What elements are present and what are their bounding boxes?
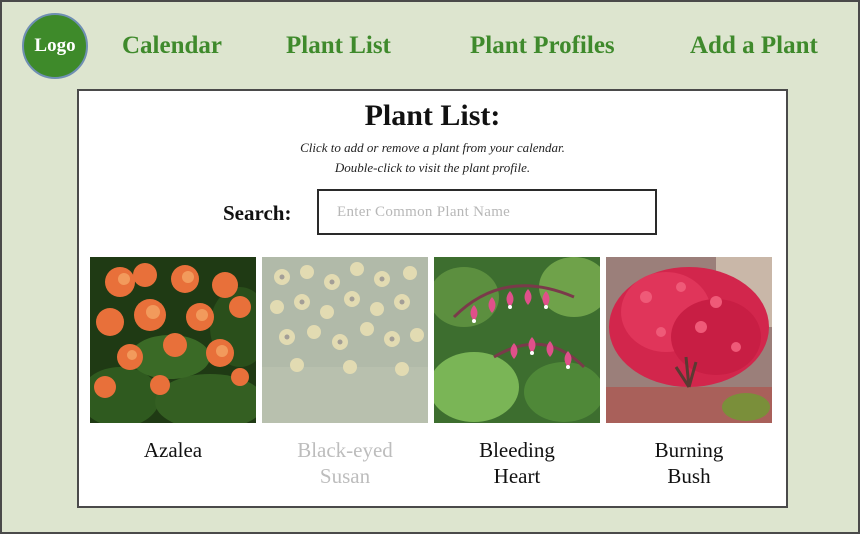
search-input[interactable] (317, 189, 657, 235)
instruction-double-click: Double-click to visit the plant profile. (334, 160, 531, 175)
plant-list-panel: Plant List: Click to add or remove a pla… (77, 89, 788, 508)
nav-link-calendar[interactable]: Calendar (122, 32, 222, 60)
bleeding-heart-photo (434, 257, 600, 423)
plant-name: Bleeding Heart (479, 438, 555, 488)
black-eyed-susan-photo (262, 257, 428, 423)
page-title: Plant List: (364, 99, 501, 132)
azalea-photo (90, 257, 256, 423)
logo-label: Logo (34, 35, 76, 56)
plant-card-black-eyed-susan[interactable]: Black-eyed Susan (262, 257, 428, 489)
plant-name: Azalea (143, 438, 203, 462)
plant-name: Black-eyed Susan (297, 438, 393, 488)
burning-bush-photo (606, 257, 772, 423)
app-frame: Logo Calendar Plant List Plant Profiles … (0, 0, 860, 534)
plant-card-burning-bush[interactable]: Burning Bush (606, 257, 772, 489)
nav-link-plant-profiles[interactable]: Plant Profiles (470, 32, 615, 60)
plant-card-azalea[interactable]: Azalea (90, 257, 256, 463)
plant-card-bleeding-heart[interactable]: Bleeding Heart (434, 257, 600, 489)
nav-link-plant-list[interactable]: Plant List (286, 32, 391, 60)
plant-name: Burning Bush (654, 438, 724, 488)
instruction-click: Click to add or remove a plant from your… (300, 140, 565, 155)
nav-link-add-a-plant[interactable]: Add a Plant (690, 32, 818, 60)
logo[interactable]: Logo (22, 13, 88, 79)
search-label: Search: (223, 201, 292, 225)
